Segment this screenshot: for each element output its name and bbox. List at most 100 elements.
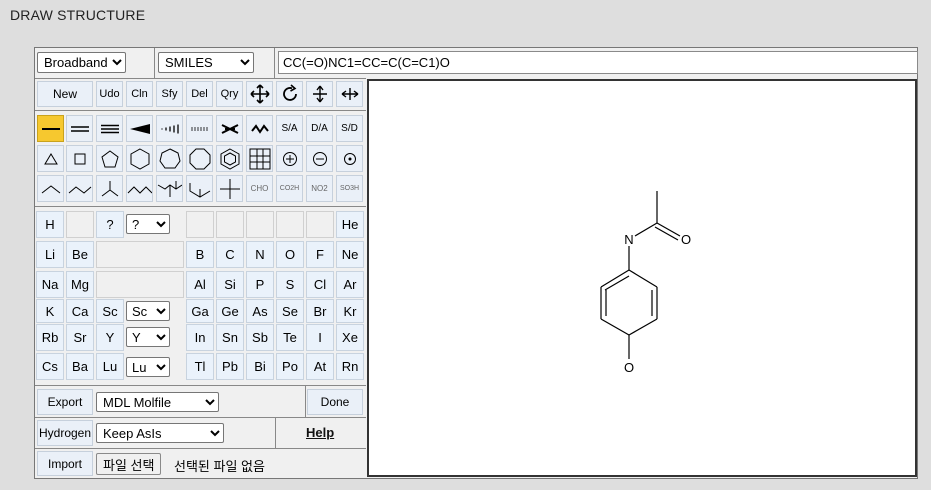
help-link[interactable]: Help	[306, 425, 334, 440]
smiles-input[interactable]: CC(=O)NC1=CC=C(C=C1)O	[278, 51, 918, 74]
element-f[interactable]: F	[306, 241, 334, 268]
element-s[interactable]: S	[276, 271, 304, 298]
element-sn[interactable]: Sn	[216, 324, 244, 351]
hash-bond-icon[interactable]	[156, 115, 183, 142]
stereo-sd-button[interactable]: S/D	[336, 115, 363, 142]
export-format-select[interactable]: MDL Molfile	[96, 392, 219, 412]
format-select[interactable]: SMILES	[158, 52, 254, 73]
element-b[interactable]: B	[186, 241, 214, 268]
element-te[interactable]: Te	[276, 324, 304, 351]
element-li[interactable]: Li	[36, 241, 64, 268]
simplify-button[interactable]: Sfy	[156, 81, 183, 107]
chain-4-icon[interactable]	[126, 175, 153, 202]
minus-charge-icon[interactable]	[306, 145, 333, 172]
element-na[interactable]: Na	[36, 271, 64, 298]
triple-bond-icon[interactable]	[96, 115, 123, 142]
benzene-ring-icon[interactable]	[216, 145, 243, 172]
element-cs[interactable]: Cs	[36, 353, 64, 380]
transition-metal-select-6[interactable]: Lu	[126, 357, 170, 377]
element-cl[interactable]: Cl	[306, 271, 334, 298]
element-as[interactable]: As	[246, 299, 274, 323]
query-button[interactable]: Qry	[216, 81, 243, 107]
element-ba[interactable]: Ba	[66, 353, 94, 380]
element-xe[interactable]: Xe	[336, 324, 364, 351]
new-button[interactable]: New	[37, 81, 93, 107]
element-rn[interactable]: Rn	[336, 353, 364, 380]
element-o[interactable]: O	[276, 241, 304, 268]
square-ring-icon[interactable]	[66, 145, 93, 172]
hydrogen-button[interactable]: Hydrogen	[37, 420, 93, 446]
any-atom-button[interactable]: ?	[96, 211, 124, 238]
undo-button[interactable]: Udo	[96, 81, 123, 107]
element-in[interactable]: In	[186, 324, 214, 351]
branch-5-icon[interactable]	[186, 175, 213, 202]
element-be[interactable]: Be	[66, 241, 94, 268]
drawing-canvas[interactable]: N O O	[367, 79, 917, 477]
rotate-icon[interactable]	[276, 81, 303, 107]
hexagon-ring-icon[interactable]	[126, 145, 153, 172]
export-button[interactable]: Export	[37, 389, 93, 415]
flip-vertical-icon[interactable]	[306, 81, 333, 107]
element-tl[interactable]: Tl	[186, 353, 214, 380]
element-pb[interactable]: Pb	[216, 353, 244, 380]
plus-charge-icon[interactable]	[276, 145, 303, 172]
element-h[interactable]: H	[36, 211, 64, 238]
transition-metal-select-4[interactable]: Sc	[126, 301, 170, 321]
so3h-group-button[interactable]: SO3H	[336, 175, 363, 202]
branch-4-icon[interactable]	[156, 175, 183, 202]
flip-horizontal-icon[interactable]	[336, 81, 363, 107]
branch-3-icon[interactable]	[96, 175, 123, 202]
element-ar[interactable]: Ar	[336, 271, 364, 298]
no2-group-button[interactable]: NO2	[306, 175, 333, 202]
element-ga[interactable]: Ga	[186, 299, 214, 323]
element-p[interactable]: P	[246, 271, 274, 298]
co2h-group-button[interactable]: CO2H	[276, 175, 303, 202]
element-se[interactable]: Se	[276, 299, 304, 323]
element-ne[interactable]: Ne	[336, 241, 364, 268]
element-mg[interactable]: Mg	[66, 271, 94, 298]
wedge-bond-icon[interactable]	[126, 115, 153, 142]
element-c[interactable]: C	[216, 241, 244, 268]
triangle-ring-icon[interactable]	[37, 145, 64, 172]
single-bond-icon[interactable]	[37, 115, 64, 142]
hydrogen-mode-select[interactable]: Keep AsIs	[96, 423, 224, 443]
element-kr[interactable]: Kr	[336, 299, 364, 323]
element-al[interactable]: Al	[186, 271, 214, 298]
cho-group-button[interactable]: CHO	[246, 175, 273, 202]
cross-icon[interactable]	[216, 175, 243, 202]
element-n[interactable]: N	[246, 241, 274, 268]
element-ge[interactable]: Ge	[216, 299, 244, 323]
heptagon-ring-icon[interactable]	[156, 145, 183, 172]
element-lu[interactable]: Lu	[96, 353, 124, 380]
stereo-bond-icon[interactable]	[246, 115, 273, 142]
element-at[interactable]: At	[306, 353, 334, 380]
query-atom-select[interactable]: ?	[126, 214, 170, 234]
choose-file-button[interactable]: 파일 선택	[96, 453, 162, 475]
double-bond-icon[interactable]	[66, 115, 93, 142]
element-bi[interactable]: Bi	[246, 353, 274, 380]
radical-icon[interactable]	[336, 145, 363, 172]
element-po[interactable]: Po	[276, 353, 304, 380]
element-rb[interactable]: Rb	[36, 324, 64, 351]
chain-2-icon[interactable]	[37, 175, 64, 202]
element-br[interactable]: Br	[306, 299, 334, 323]
element-ca[interactable]: Ca	[66, 299, 94, 323]
element-he[interactable]: He	[336, 211, 364, 238]
stereo-da-button[interactable]: D/A	[306, 115, 333, 142]
element-k[interactable]: K	[36, 299, 64, 323]
element-i[interactable]: I	[306, 324, 334, 351]
element-sc[interactable]: Sc	[96, 299, 124, 323]
done-button[interactable]: Done	[307, 389, 363, 415]
delete-button[interactable]: Del	[186, 81, 213, 107]
octagon-ring-icon[interactable]	[186, 145, 213, 172]
element-sr[interactable]: Sr	[66, 324, 94, 351]
cut-bond-icon[interactable]	[216, 115, 243, 142]
move-icon[interactable]	[246, 81, 273, 107]
wavy-hash-bond-icon[interactable]	[186, 115, 213, 142]
stereo-sa-button[interactable]: S/A	[276, 115, 303, 142]
element-sb[interactable]: Sb	[246, 324, 274, 351]
clean-button[interactable]: Cln	[126, 81, 153, 107]
pentagon-ring-icon[interactable]	[96, 145, 123, 172]
grid-icon[interactable]	[246, 145, 273, 172]
chain-3-icon[interactable]	[66, 175, 93, 202]
